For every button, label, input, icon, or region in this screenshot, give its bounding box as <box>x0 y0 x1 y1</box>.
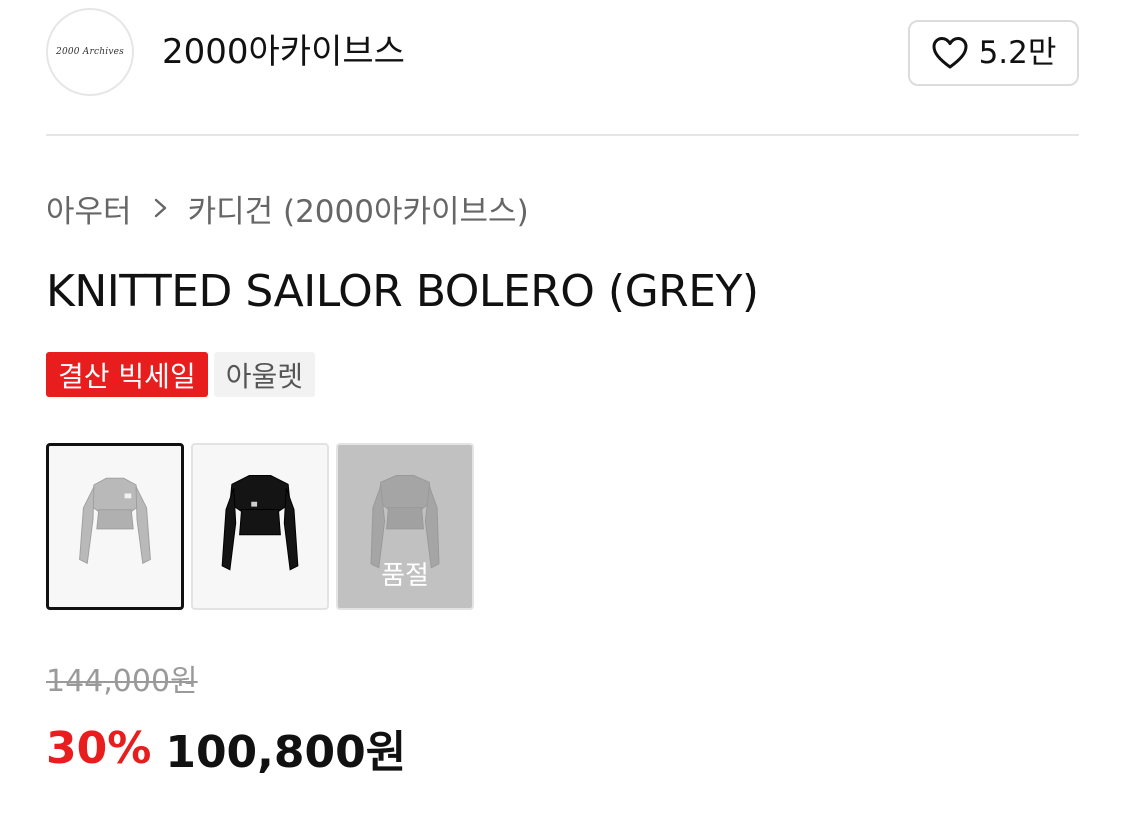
bolero-grey-image <box>79 477 151 565</box>
header-divider <box>46 134 1079 136</box>
final-price: 100,800원 <box>165 727 407 778</box>
like-button[interactable]: 5.2만 <box>908 20 1079 86</box>
heart-icon <box>932 37 968 69</box>
bolero-black-image <box>221 475 299 571</box>
color-options: 품절 <box>46 443 474 610</box>
original-price: 144,000원 <box>46 664 198 699</box>
sale-badge: 결산 빅세일 <box>46 352 208 397</box>
color-option-black[interactable] <box>191 443 329 610</box>
soldout-label: 품절 <box>381 561 429 591</box>
badge-group: 결산 빅세일 아울렛 <box>46 352 315 397</box>
outlet-badge: 아울렛 <box>213 352 315 397</box>
color-option-grey[interactable] <box>46 443 184 610</box>
breadcrumb-item-outer[interactable]: 아우터 <box>46 186 132 231</box>
store-logo-text: 2000 Archives <box>56 47 124 57</box>
store-name[interactable]: 2000아카이브스 <box>162 32 405 72</box>
chevron-right-icon <box>154 198 166 218</box>
discount-rate: 30% <box>46 722 152 774</box>
breadcrumb-item-cardigan[interactable]: 카디건 (2000아카이브스) <box>188 186 529 231</box>
store-header: 2000 Archives 2000아카이브스 5.2만 <box>46 8 1079 100</box>
breadcrumb: 아우터 카디건 (2000아카이브스) <box>46 186 529 230</box>
color-option-grey-soldout[interactable]: 품절 <box>336 443 474 610</box>
price-row: 30% 100,800원 <box>46 718 407 779</box>
store-logo[interactable]: 2000 Archives <box>46 8 134 96</box>
like-count: 5.2만 <box>978 35 1057 71</box>
product-title: KNITTED SAILOR BOLERO (GREY) <box>46 266 759 317</box>
